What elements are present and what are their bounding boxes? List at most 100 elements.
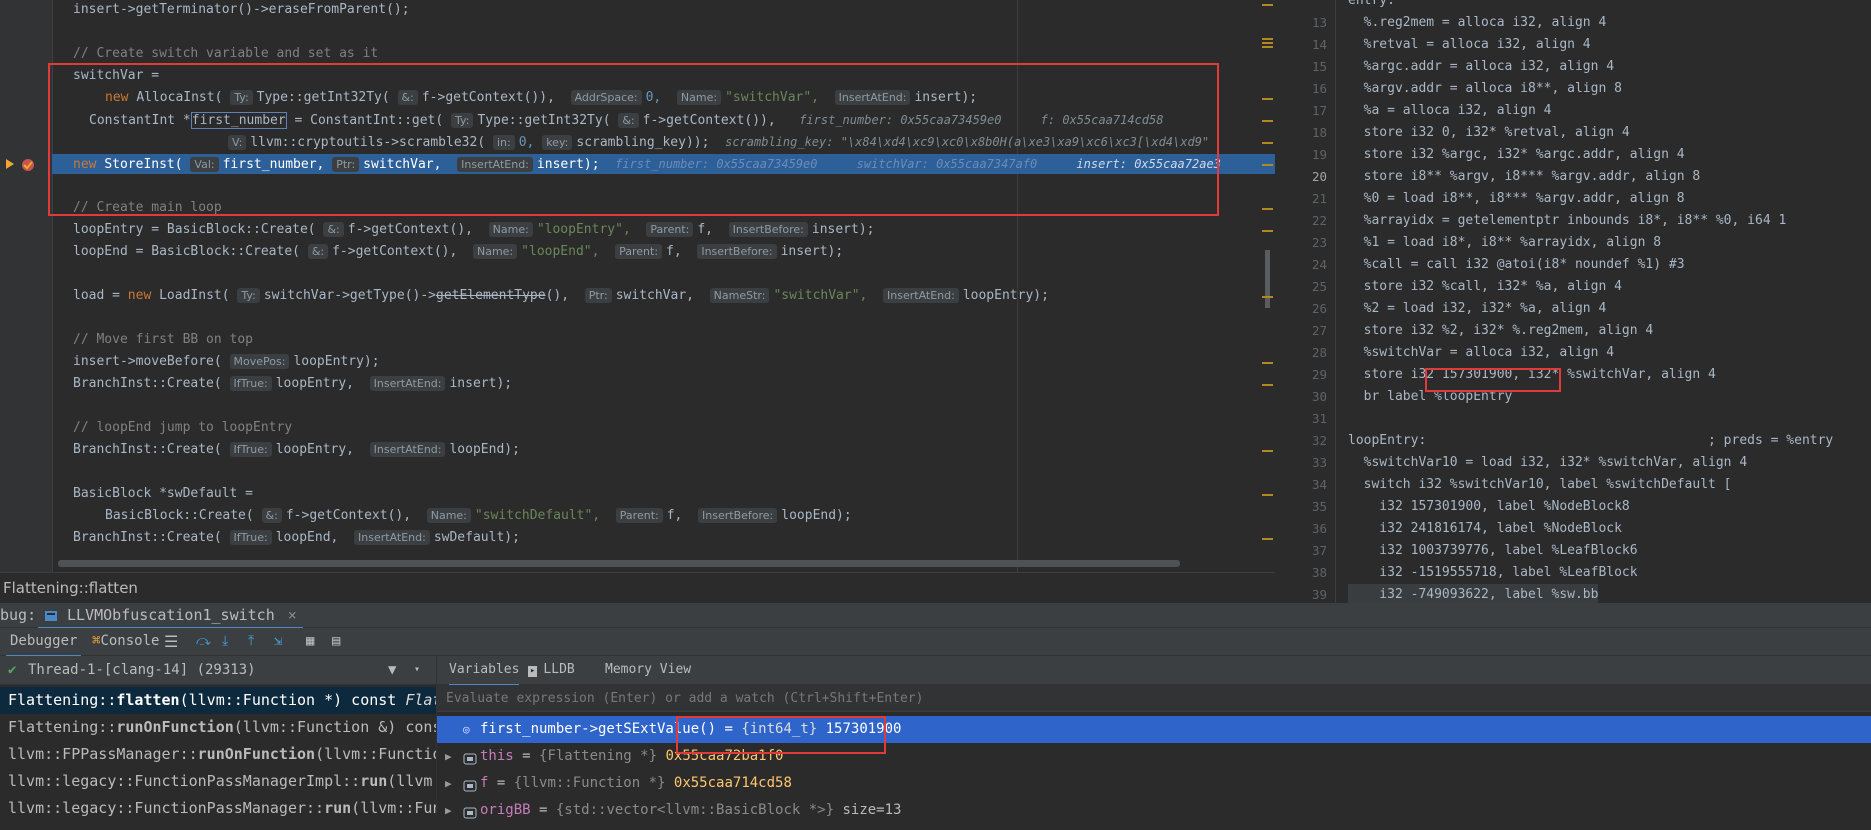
stripe-mark[interactable] <box>1262 164 1273 166</box>
ir-line[interactable]: %switchVar = alloca i32, align 4 <box>1348 342 1614 364</box>
ir-line[interactable]: store i32 0, i32* %retval, align 4 <box>1348 122 1630 144</box>
tab-console[interactable]: ⌘Console <box>92 628 159 655</box>
stripe-mark[interactable] <box>1262 538 1273 540</box>
stripe-mark[interactable] <box>1262 230 1273 232</box>
ir-line[interactable]: %2 = load i32, i32* %a, align 4 <box>1348 298 1607 320</box>
step-out-icon[interactable]: ⤒ <box>248 628 254 655</box>
stripe-mark[interactable] <box>1262 450 1273 452</box>
ir-line[interactable]: i32 -1519555718, label %LeafBlock <box>1348 562 1637 584</box>
ir-line[interactable]: store i8** %argv, i8*** %argv.addr, alig… <box>1348 166 1701 188</box>
run-to-cursor-icon[interactable]: ⇲ <box>274 628 282 655</box>
ir-line[interactable]: i32 241816174, label %NodeBlock <box>1348 518 1622 540</box>
chevron-down-icon[interactable]: ▾ <box>414 656 420 684</box>
stripe-mark[interactable] <box>1262 98 1273 100</box>
ir-line[interactable]: %argc.addr = alloca i32, align 4 <box>1348 56 1614 78</box>
debug-config-tab[interactable]: LLVMObfuscation1_switch × <box>38 603 303 629</box>
code-line[interactable]: loopEnd = BasicBlock::Create( &: f->getCo… <box>73 242 843 262</box>
ir-line[interactable]: loopEntry: ; preds = %entry <box>1348 430 1833 452</box>
param-hint: &: <box>323 222 344 237</box>
code-text: loopEnd = BasicBlock::Create( <box>73 244 300 259</box>
stripe-mark[interactable] <box>1262 208 1273 210</box>
code-line[interactable]: BranchInst::Create( IfTrue: loopEnd, Inse… <box>73 528 520 548</box>
chevron-right-icon[interactable]: ▶ <box>445 797 452 824</box>
variable-row[interactable]: ▶ origBB = {std::vector<llvm::BasicBlock … <box>437 797 1871 824</box>
code-line[interactable]: BasicBlock::Create( &: f->getContext(), N… <box>105 506 852 526</box>
stripe-mark[interactable] <box>1262 142 1273 144</box>
stripe-mark[interactable] <box>1262 362 1273 364</box>
chevron-right-icon[interactable]: ▶ <box>445 770 452 797</box>
menu-lines-icon[interactable]: ☰ <box>164 628 178 655</box>
tab-variables[interactable]: Variables <box>449 656 520 686</box>
layout-icon[interactable]: ▤ <box>332 628 340 655</box>
code-text: (), <box>545 288 570 303</box>
step-over-icon[interactable]: ⤼ <box>196 628 211 655</box>
code-line[interactable]: loopEntry = BasicBlock::Create( &: f->get… <box>73 220 875 240</box>
code-comment[interactable]: // Create switch variable and set as it <box>73 44 378 64</box>
stripe-mark[interactable] <box>1262 384 1273 386</box>
tab-lldb[interactable]: ▸ LLDB <box>528 656 575 684</box>
variable-row[interactable]: ◎ first_number->getSExtValue() = {int64_t… <box>437 716 1871 743</box>
ir-line[interactable]: store i32 %call, i32* %a, align 4 <box>1348 276 1622 298</box>
ir-line[interactable]: i32 157301900, label %NodeBlock8 <box>1348 496 1629 518</box>
stripe-mark[interactable] <box>1262 4 1273 6</box>
ir-line[interactable]: i32 1003739776, label %LeafBlock6 <box>1348 540 1637 562</box>
stripe-mark[interactable] <box>1262 120 1273 122</box>
code-line[interactable]: BasicBlock *swDefault = <box>73 484 253 504</box>
thread-selector[interactable]: ✔ Thread-1-[clang-14] (29313) ▼ ▾ <box>0 656 436 685</box>
breadcrumb[interactable]: Flattening::flatten <box>0 572 1275 602</box>
ir-line[interactable]: %0 = load i8**, i8*** %argv.addr, align … <box>1348 188 1685 210</box>
ir-line[interactable]: store i32 %2, i32* %.reg2mem, align 4 <box>1348 320 1654 342</box>
evaluate-input[interactable]: Evaluate expression (Enter) or add a wat… <box>437 685 1871 712</box>
stripe-mark[interactable] <box>1262 296 1273 298</box>
filter-icon[interactable]: ▼ <box>388 656 396 684</box>
stripe-mark[interactable] <box>1262 38 1273 40</box>
frame-scope: llvm::legacy::FunctionPassManager:: <box>8 799 325 817</box>
ir-line[interactable]: store i32 %argc, i32* %argc.addr, align … <box>1348 144 1685 166</box>
editor-horizontal-scrollbar[interactable] <box>58 560 1180 567</box>
stripe-mark[interactable] <box>1262 42 1273 44</box>
field-icon <box>463 803 477 830</box>
step-into-icon[interactable]: ⤓ <box>222 628 228 655</box>
ir-line[interactable]: %arrayidx = getelementptr inbounds i8*, … <box>1348 210 1787 232</box>
close-icon[interactable]: × <box>288 606 297 624</box>
code-text: loopEnd, <box>275 530 339 545</box>
stack-frame[interactable]: llvm::FPPassManager::runOnFunction(llvm:… <box>0 741 436 768</box>
breakpoint-icon[interactable] <box>21 157 35 176</box>
editor-gutter[interactable] <box>0 0 53 572</box>
ir-line[interactable]: %argv.addr = alloca i8**, align 8 <box>1348 78 1622 100</box>
stripe-mark[interactable] <box>1262 46 1273 48</box>
code-comment[interactable]: // Move first BB on top <box>73 330 253 350</box>
ir-line[interactable]: %retval = alloca i32, align 4 <box>1348 34 1591 56</box>
code-line[interactable]: BranchInst::Create( IfTrue: loopEntry, In… <box>73 440 520 460</box>
code-line[interactable]: load = new LoadInst( Ty: switchVar->getTy… <box>73 286 1049 306</box>
stack-frame[interactable]: Flattening::flatten(llvm::Function *) co… <box>0 687 436 714</box>
ir-line[interactable]: switch i32 %switchVar10, label %switchDe… <box>1348 474 1732 496</box>
ir-line-number: 27 <box>1311 323 1327 338</box>
ir-line-number: 18 <box>1311 125 1327 140</box>
ir-line[interactable]: %.reg2mem = alloca i32, align 4 <box>1348 12 1607 34</box>
scroll-thumb[interactable] <box>1265 250 1270 308</box>
chevron-right-icon[interactable]: ▶ <box>445 743 452 770</box>
code-comment[interactable]: // loopEnd jump to loopEntry <box>73 418 292 438</box>
stack-frame[interactable]: llvm::legacy::FunctionPassManagerImpl::r… <box>0 768 436 795</box>
variable-row[interactable]: ▶ this = {Flattening *} 0x55caa72ba1f0 <box>437 743 1871 770</box>
tab-debugger[interactable]: Debugger <box>6 628 82 657</box>
stack-frame[interactable]: Flattening::runOnFunction(llvm::Function… <box>0 714 436 741</box>
ir-line-number: 28 <box>1311 345 1327 360</box>
code-line[interactable]: insert->moveBefore( MovePos: loopEntry); <box>73 352 380 372</box>
ir-line[interactable]: %a = alloca i32, align 4 <box>1348 100 1552 122</box>
breadcrumb-function[interactable]: Flattening::flatten <box>3 579 138 597</box>
stack-frame[interactable]: llvm::legacy::FunctionPassManager::run(l… <box>0 795 436 822</box>
code-line[interactable]: insert->getTerminator()->eraseFromParent… <box>73 0 410 20</box>
ir-line[interactable]: %switchVar10 = load i32, i32* %switchVar… <box>1348 452 1748 474</box>
ir-line[interactable]: %1 = load i8*, i8** %arrayidx, align 8 <box>1348 232 1661 254</box>
variable-row[interactable]: ▶ f = {llvm::Function *} 0x55caa714cd58 <box>437 770 1871 797</box>
tab-memory-view[interactable]: Memory View <box>605 656 691 684</box>
error-stripe[interactable] <box>1262 0 1275 572</box>
code-text: loopEnd); <box>449 442 520 457</box>
evaluate-icon[interactable]: ▦ <box>306 628 314 655</box>
ir-line[interactable]: %call = call i32 @atoi(i8* noundef %1) #… <box>1348 254 1685 276</box>
ir-line-number: 16 <box>1311 81 1327 96</box>
stripe-mark[interactable] <box>1262 494 1273 496</box>
code-line[interactable]: BranchInst::Create( IfTrue: loopEntry, In… <box>73 374 512 394</box>
